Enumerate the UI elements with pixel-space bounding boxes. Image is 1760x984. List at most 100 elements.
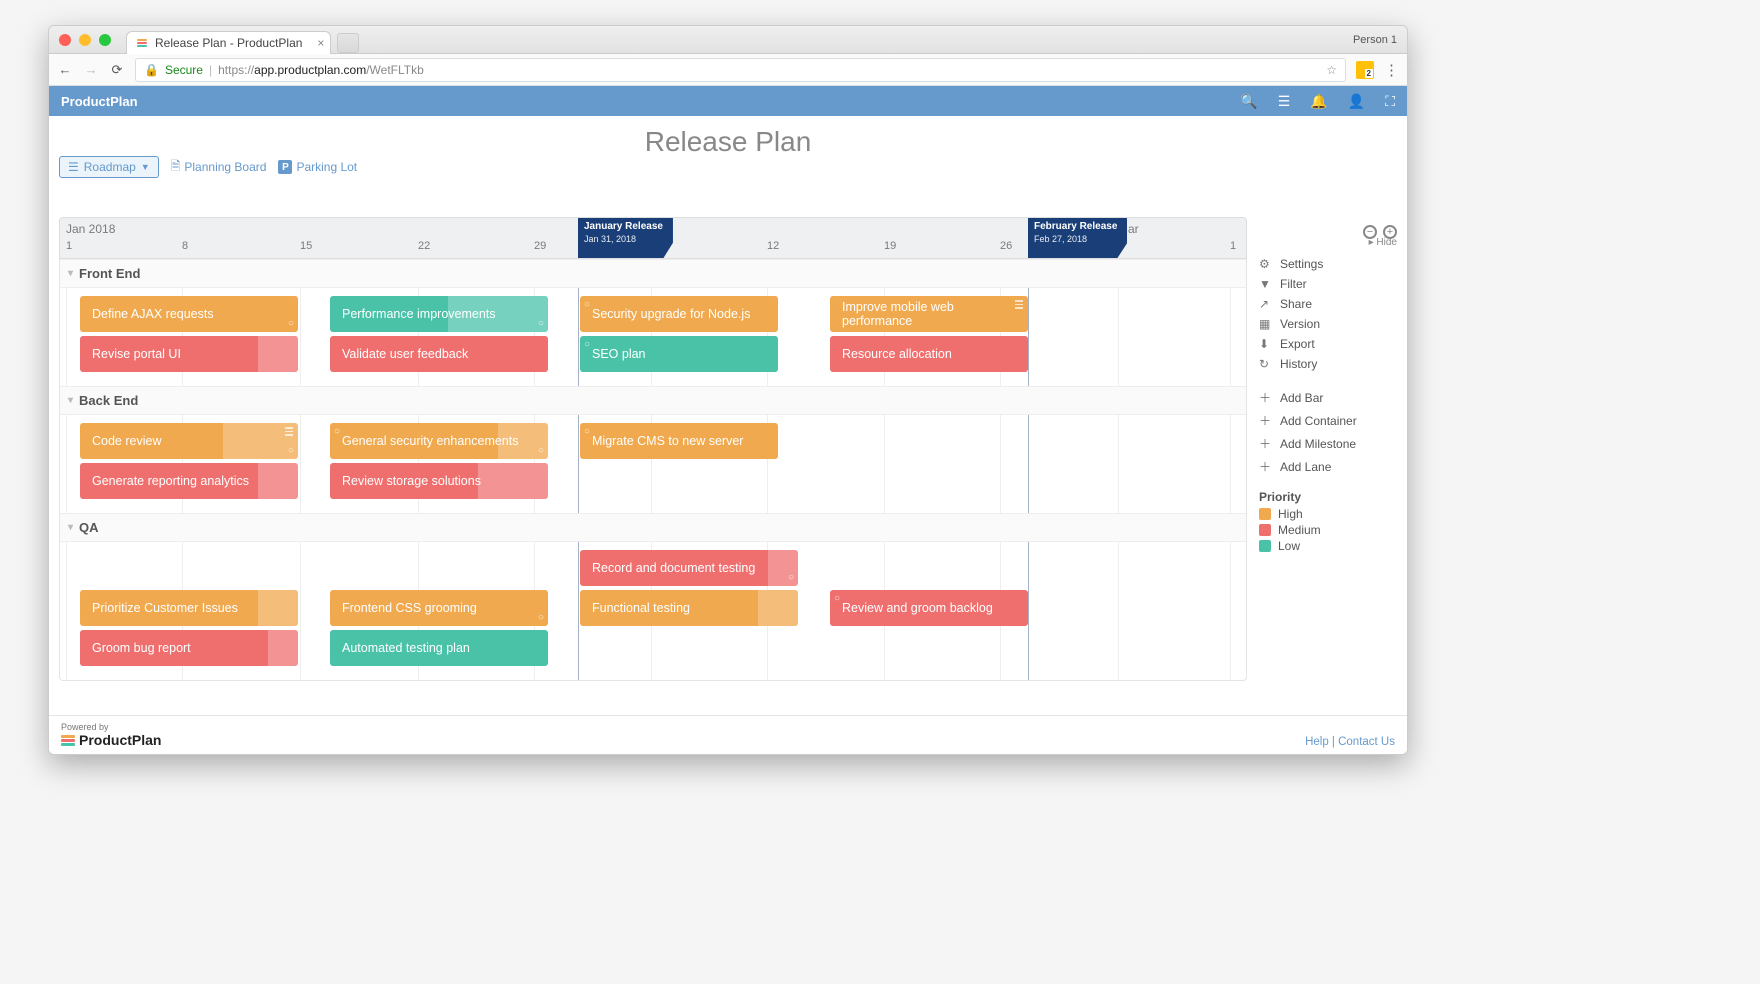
roadmap-bar[interactable]: ○Security upgrade for Node.js bbox=[580, 296, 778, 332]
milestone-line bbox=[1028, 259, 1029, 680]
bar-left-handle-icon[interactable]: ○ bbox=[584, 299, 590, 310]
bookmark-star-icon[interactable]: ☆ bbox=[1326, 63, 1337, 77]
bar-label: Automated testing plan bbox=[342, 641, 470, 655]
macos-titlebar: Release Plan - ProductPlan × Person 1 bbox=[49, 26, 1407, 54]
bar-right-handle-icon[interactable]: ○ bbox=[538, 445, 544, 456]
bar-right-handle-icon[interactable]: ○ bbox=[788, 572, 794, 583]
lane-header-qa[interactable]: ▾QA bbox=[60, 513, 1246, 542]
bar-left-handle-icon[interactable]: ○ bbox=[584, 339, 590, 350]
chrome-profile-label[interactable]: Person 1 bbox=[1353, 34, 1397, 46]
legend-swatch bbox=[1259, 524, 1271, 536]
milestone-flag[interactable]: February ReleaseFeb 27, 2018 bbox=[1028, 218, 1127, 258]
legend-swatch bbox=[1259, 508, 1271, 520]
roadmap-bar[interactable]: ○Review and groom backlog bbox=[830, 590, 1028, 626]
bar-right-handle-icon[interactable]: ○ bbox=[288, 445, 294, 456]
secure-label: Secure bbox=[165, 63, 203, 77]
lane-header-front-end[interactable]: ▾Front End bbox=[60, 259, 1246, 288]
app-brand[interactable]: ProductPlan bbox=[61, 94, 138, 109]
sidebar-item-export[interactable]: ⬇Export bbox=[1259, 334, 1397, 354]
bar-progress-stripe bbox=[758, 590, 798, 626]
chevron-down-icon: ▼ bbox=[141, 162, 150, 172]
hide-panel-button[interactable]: ▸ Hide bbox=[1259, 237, 1397, 248]
bar-menu-icon[interactable] bbox=[285, 427, 293, 436]
sidebar-item-history[interactable]: ↻History bbox=[1259, 354, 1397, 374]
sidebar-item-add-bar[interactable]: ＋Add Bar bbox=[1259, 386, 1397, 409]
bar-left-handle-icon[interactable]: ○ bbox=[334, 426, 340, 437]
day-label: 29 bbox=[534, 240, 546, 252]
legend-high: High bbox=[1259, 506, 1397, 522]
window-minimize-button[interactable] bbox=[79, 34, 91, 46]
parking-lot-link[interactable]: P Parking Lot bbox=[278, 160, 357, 174]
window-maximize-button[interactable] bbox=[99, 34, 111, 46]
bar-right-handle-icon[interactable]: ○ bbox=[538, 318, 544, 329]
lane-header-back-end[interactable]: ▾Back End bbox=[60, 386, 1246, 415]
sidebar-item-share[interactable]: ↗Share bbox=[1259, 294, 1397, 314]
planning-board-icon: 🗎 bbox=[171, 157, 181, 178]
bar-right-handle-icon[interactable]: ○ bbox=[288, 318, 294, 329]
roadmap-bar[interactable]: Frontend CSS grooming ○ bbox=[330, 590, 548, 626]
roadmap-bar[interactable]: Revise portal UI bbox=[80, 336, 298, 372]
tab-close-icon[interactable]: × bbox=[317, 36, 324, 50]
sidebar-item-settings[interactable]: ⚙Settings bbox=[1259, 254, 1397, 274]
roadmap-bar[interactable]: Record and document testing○ bbox=[580, 550, 798, 586]
browser-forward-button[interactable]: → bbox=[83, 62, 99, 77]
list-icon[interactable]: ☰ bbox=[1278, 93, 1291, 110]
bar-menu-icon[interactable] bbox=[1015, 300, 1023, 309]
roadmap-bar[interactable]: Performance improvements○ bbox=[330, 296, 548, 332]
roadmap-bar[interactable]: Code review○ bbox=[80, 423, 298, 459]
contact-link[interactable]: Contact Us bbox=[1338, 736, 1395, 748]
extension-icon[interactable]: 2 bbox=[1356, 61, 1374, 79]
browser-urlbar: ← → ⟳ 🔒 Secure | https://app.productplan… bbox=[49, 54, 1407, 86]
address-bar[interactable]: 🔒 Secure | https://app.productplan.com/W… bbox=[135, 58, 1346, 82]
timeline-header[interactable]: Jan 2018FebMar1815222951219261January Re… bbox=[59, 217, 1247, 259]
roadmap-bar[interactable]: Generate reporting analytics bbox=[80, 463, 298, 499]
bell-icon[interactable]: 🔔 bbox=[1310, 93, 1327, 110]
sidebar-item-add-lane[interactable]: ＋Add Lane bbox=[1259, 455, 1397, 478]
bar-right-handle-icon[interactable]: ○ bbox=[538, 612, 544, 623]
planning-board-link[interactable]: 🗎 Planning Board bbox=[171, 157, 267, 178]
help-link[interactable]: Help bbox=[1305, 736, 1329, 748]
day-label: 1 bbox=[1230, 240, 1236, 252]
bar-left-handle-icon[interactable]: ○ bbox=[584, 426, 590, 437]
roadmap-bar[interactable]: Review storage solutions bbox=[330, 463, 548, 499]
chevron-down-icon: ▾ bbox=[68, 395, 73, 406]
roadmap-bar[interactable]: Resource allocation bbox=[830, 336, 1028, 372]
bar-label: Functional testing bbox=[592, 601, 690, 615]
milestone-flag[interactable]: January ReleaseJan 31, 2018 bbox=[578, 218, 673, 258]
roadmap-bar[interactable]: ○Migrate CMS to new server bbox=[580, 423, 778, 459]
sidebar-item-filter[interactable]: ▼Filter bbox=[1259, 274, 1397, 294]
sidebar-item-add-container[interactable]: ＋Add Container bbox=[1259, 409, 1397, 432]
day-label: 12 bbox=[767, 240, 779, 252]
roadmap-view-button[interactable]: ☰ Roadmap ▼ bbox=[59, 156, 159, 178]
bar-label: Groom bug report bbox=[92, 641, 191, 655]
sidebar-item-add-milestone[interactable]: ＋Add Milestone bbox=[1259, 432, 1397, 455]
roadmap-bar[interactable]: Groom bug report bbox=[80, 630, 298, 666]
browser-back-button[interactable]: ← bbox=[57, 62, 73, 77]
day-label: 15 bbox=[300, 240, 312, 252]
user-icon[interactable]: 👤 bbox=[1348, 93, 1365, 110]
legend-medium: Medium bbox=[1259, 522, 1397, 538]
browser-reload-button[interactable]: ⟳ bbox=[109, 62, 125, 78]
browser-tab[interactable]: Release Plan - ProductPlan × bbox=[126, 31, 331, 54]
roadmap-bar[interactable]: Validate user feedback bbox=[330, 336, 548, 372]
roadmap-bar[interactable]: Improve mobile web performance bbox=[830, 296, 1028, 332]
sidebar-item-version[interactable]: ▦Version bbox=[1259, 314, 1397, 334]
roadmap-bar[interactable]: ○SEO plan bbox=[580, 336, 778, 372]
bar-left-handle-icon[interactable]: ○ bbox=[834, 593, 840, 604]
new-tab-button[interactable] bbox=[337, 33, 359, 53]
roadmap-bar[interactable]: Define AJAX requests○ bbox=[80, 296, 298, 332]
roadmap-bar[interactable]: Functional testing bbox=[580, 590, 798, 626]
fullscreen-icon[interactable]: ⛶ bbox=[1385, 93, 1395, 110]
parking-lot-label: Parking Lot bbox=[296, 160, 357, 174]
chevron-down-icon: ▾ bbox=[68, 268, 73, 279]
browser-window: Release Plan - ProductPlan × Person 1 ← … bbox=[48, 25, 1408, 755]
roadmap-bar[interactable]: ○General security enhancements○ bbox=[330, 423, 548, 459]
bar-label: Frontend CSS grooming bbox=[342, 601, 477, 615]
browser-menu-icon[interactable]: ⋮ bbox=[1384, 61, 1399, 79]
roadmap-bar[interactable]: Automated testing plan bbox=[330, 630, 548, 666]
bar-row: Define AJAX requests○ Performance improve… bbox=[60, 296, 1246, 334]
roadmap-bar[interactable]: Prioritize Customer Issues bbox=[80, 590, 298, 626]
day-label: 19 bbox=[884, 240, 896, 252]
search-icon[interactable]: 🔍 bbox=[1240, 93, 1257, 110]
window-close-button[interactable] bbox=[59, 34, 71, 46]
